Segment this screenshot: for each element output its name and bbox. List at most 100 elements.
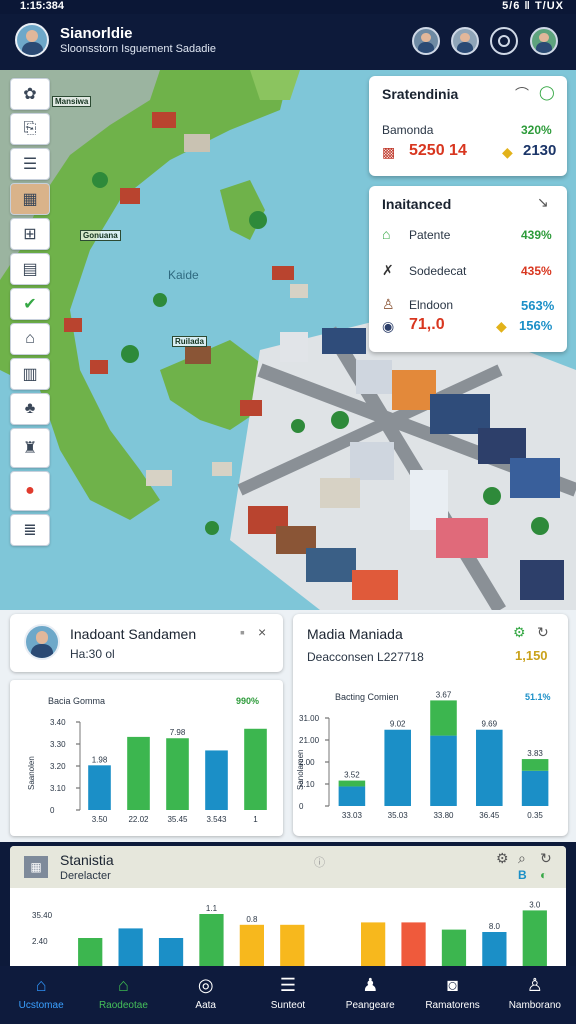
map-thumb-icon[interactable]: ▦ [10, 183, 50, 215]
map-pin-label[interactable]: Gonuana [80, 230, 121, 241]
grid-icon[interactable]: ⊞ [10, 218, 50, 250]
doc-icon[interactable]: ▤ [10, 253, 50, 285]
bar [401, 922, 426, 968]
y-tick: 3.20 [50, 762, 66, 771]
target-icon: ◉ [382, 318, 395, 334]
bar-chart-left: Bacia Gomma 990% Saanolen 3.40 3.30 3.20 3.… [27, 696, 267, 824]
data-label: 3.67 [436, 690, 452, 699]
map-pin-label[interactable]: Mansiwa [52, 96, 92, 107]
data-label: 3.0 [529, 900, 541, 909]
inventory-card[interactable]: Inaitanced ↘ ⌂ Patente 439% ✗ Sodedecat … [369, 186, 567, 352]
settings-icon[interactable]: ⚙ [513, 624, 526, 641]
x-tick: 35.03 [388, 811, 409, 820]
x-tick: 3.50 [92, 815, 108, 824]
x-tick: 35.45 [167, 815, 188, 824]
nav-label: Aata [195, 1000, 216, 1011]
settings-icon[interactable]: ⚙ [496, 850, 509, 867]
bar [482, 932, 507, 968]
bar [361, 922, 386, 968]
expand-icon[interactable]: ↘ [537, 194, 549, 211]
refresh-icon[interactable]: ↻ [537, 624, 549, 641]
app-header: Sianorldie Sloonsstorn Isguement Sadadie [0, 14, 576, 70]
map-toolbar: ✿ ⎘ ☰ ▦ ⊞ ▤ ✔ ⌂ ▥ ♣ ♜ ● ≣ [10, 78, 50, 546]
person-icon: ♙ [382, 296, 395, 312]
clipboard-icon[interactable]: ⎘ [10, 113, 50, 145]
bar [205, 750, 228, 810]
bar [239, 924, 264, 968]
nav-item-data[interactable]: ◎ Aata [165, 966, 247, 1024]
bar [441, 929, 467, 968]
profile-name: Inadoant Sandamen [70, 626, 197, 642]
bar [118, 928, 143, 968]
toggle-icon[interactable]: ▪ [240, 624, 245, 640]
nav-item-reports[interactable]: ⌂ Raodeotae [82, 966, 164, 1024]
y-tick: 3.10 [50, 784, 66, 793]
flower-icon[interactable]: ✿ [10, 78, 50, 110]
bell-icon[interactable]: ⌒ [515, 84, 529, 104]
y-tick: 0 [299, 802, 304, 811]
nav-item-profile[interactable]: ♙ Namborano [494, 966, 576, 1024]
x-tick: 0.35 [527, 811, 543, 820]
toggle-icon[interactable]: ◐ [540, 868, 547, 882]
user-avatar[interactable] [15, 23, 49, 57]
bar [127, 736, 150, 810]
inventory-row-label: Elndoon [409, 298, 454, 312]
summary-value: 5250 14 [409, 142, 467, 159]
camera-icon: ◙ [447, 975, 458, 995]
nav-item-list[interactable]: ☰ Sunteot [247, 966, 329, 1024]
statistics-panel[interactable]: ▦ Stanistia Derelacter ⓘ ⚙ ⌕ ↻ B ◐ 35.40… [10, 846, 566, 976]
bar [338, 780, 366, 787]
list-icon[interactable]: ☰ [10, 148, 50, 180]
data-label: 9.69 [482, 720, 498, 729]
data-label: 9.02 [390, 720, 406, 729]
map-pin-label[interactable]: Ruilada [172, 336, 207, 347]
bar [338, 786, 366, 806]
statistics-sub: Derelacter [60, 870, 111, 882]
status-indicators: 5/6 ‖ T/UX [502, 0, 564, 12]
info-icon[interactable]: ⓘ [314, 854, 325, 870]
app-subtitle: Sloonsstorn Isguement Sadadie [60, 43, 216, 55]
contact-avatar-2[interactable] [451, 27, 479, 55]
refresh-icon[interactable]: ◯ [539, 84, 555, 101]
data-label: 7.98 [170, 728, 186, 737]
trees-icon[interactable]: ♣ [10, 393, 50, 425]
app-title: Sianorldie [60, 25, 133, 42]
building-icon[interactable]: ▥ [10, 358, 50, 390]
nav-label: Ucstomae [18, 1000, 64, 1011]
y-tick: 3.30 [50, 740, 66, 749]
notes-icon[interactable]: ≣ [10, 514, 50, 546]
search-icon[interactable]: ⌕ [518, 850, 526, 867]
person-icon: ♙ [526, 975, 543, 995]
filter-b-icon[interactable]: B [518, 868, 527, 882]
contact-avatar-1[interactable] [412, 27, 440, 55]
refresh-icon[interactable]: ↻ [540, 850, 552, 867]
chart-card-left[interactable]: Bacia Gomma 990% Saanolen 3.40 3.30 3.20 3.… [10, 680, 283, 836]
x-tick: 3.543 [206, 815, 227, 824]
tower-icon[interactable]: ♜ [10, 428, 50, 468]
data-label: 3.52 [344, 771, 360, 780]
profile-card[interactable]: Inadoant Sandamen Ha:30 ol ▪ × [10, 614, 283, 672]
pin-icon[interactable]: ● [10, 471, 50, 511]
data-label: 1.98 [92, 755, 108, 764]
y-tick: 0 [50, 806, 55, 815]
bar [78, 938, 103, 968]
table-icon: ▦ [24, 856, 48, 878]
house-icon[interactable]: ⌂ [10, 323, 50, 355]
bar [522, 910, 547, 968]
nav-item-home[interactable]: ⌂ Ucstomae [0, 966, 82, 1024]
check-icon[interactable]: ✔ [10, 288, 50, 320]
close-icon[interactable]: × [258, 624, 266, 640]
bar [384, 729, 411, 806]
media-card[interactable]: Madia Maniada ⚙ ↻ Deacconsen L227718 1,1… [293, 614, 568, 836]
gauge-icon: ◎ [197, 975, 214, 995]
data-label: 0.8 [246, 915, 258, 924]
nav-item-camera[interactable]: ◙ Ramatorens [411, 966, 493, 1024]
inventory-title: Inaitanced [382, 196, 452, 212]
summary-card[interactable]: Sratendinia ⌒ ◯ Bamonda 320% ▩ 5250 14 ◆… [369, 76, 567, 176]
bar-chart-stats: 35.40 2.40 1.1 0.8 8.0 3.0 [32, 900, 547, 968]
bar [199, 914, 224, 968]
summary-label: Bamonda [382, 123, 434, 137]
sync-icon[interactable] [490, 27, 518, 55]
nav-item-people[interactable]: ♟ Peangeare [329, 966, 411, 1024]
contact-avatar-3[interactable] [530, 27, 558, 55]
